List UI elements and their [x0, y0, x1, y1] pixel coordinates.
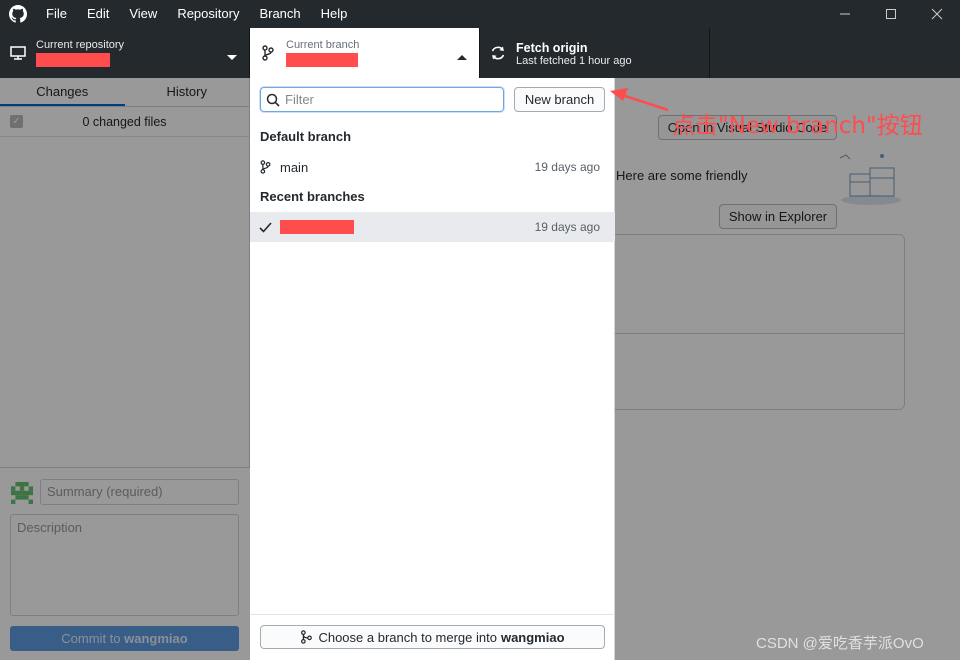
annotation-text: 点击"New branch"按钮 — [672, 113, 923, 139]
watermark: CSDN @爱吃香芋派OvO — [756, 635, 924, 652]
annotation-arrow — [610, 88, 669, 112]
